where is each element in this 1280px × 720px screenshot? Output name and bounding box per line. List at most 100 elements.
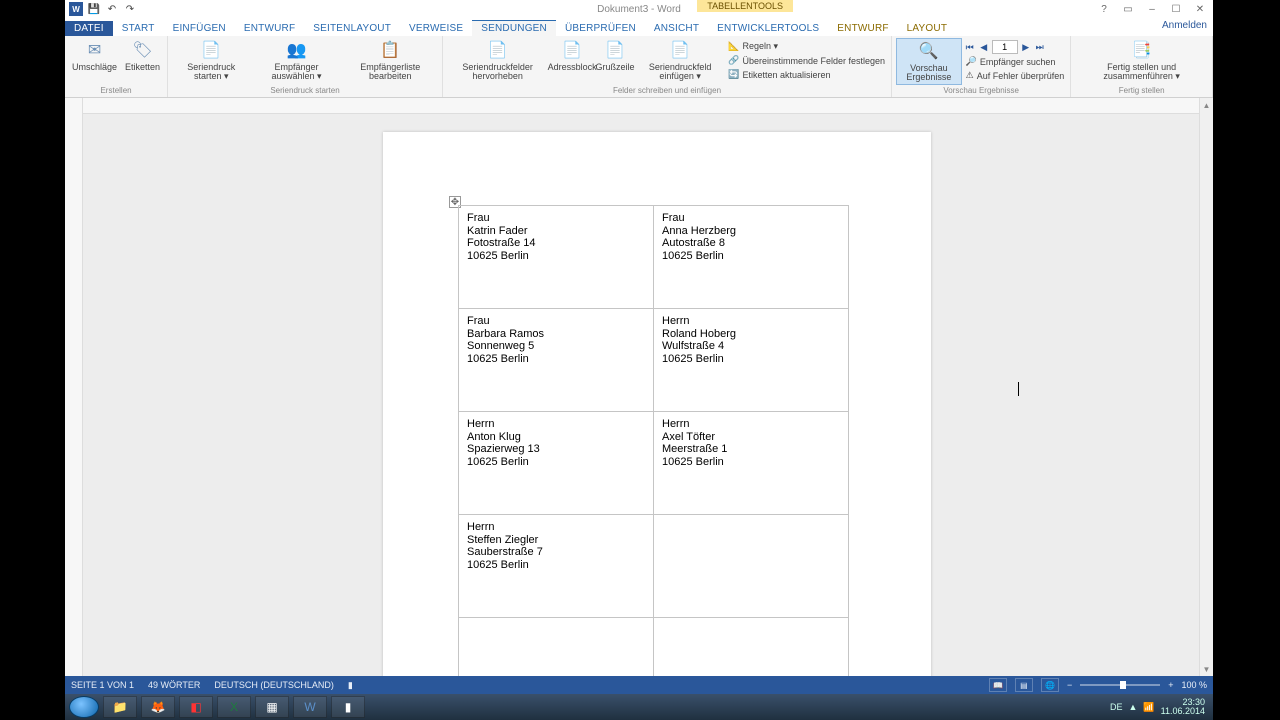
seriendruckfeld-einfuegen-button[interactable]: 📄Seriendruckfeld einfügen ▾ [636, 38, 724, 83]
sign-in-link[interactable]: Anmelden [1162, 20, 1207, 31]
window-title: Dokument3 - Word [597, 4, 681, 15]
system-tray[interactable]: DE ▲ 📶 23:30 11.06.2014 [1110, 698, 1209, 716]
label-cell[interactable] [654, 618, 849, 677]
tray-network-icon[interactable]: 📶 [1143, 703, 1154, 712]
record-number-input[interactable]: 1 [992, 40, 1018, 54]
etiketten-button[interactable]: 🏷Etiketten [122, 38, 163, 73]
contextual-tab-header: TABELLENTOOLS [697, 0, 793, 12]
explorer-taskbar-button[interactable]: 📁 [103, 696, 137, 718]
quick-access-toolbar: W 💾 ↶ ↷ [65, 2, 137, 16]
label-cell[interactable]: HerrnRoland HobergWulfstraße 410625 Berl… [654, 309, 849, 412]
editlist-icon: 📋 [377, 39, 403, 63]
umschlaege-button[interactable]: ✉Umschläge [69, 38, 120, 73]
save-icon[interactable]: 💾 [87, 2, 101, 16]
tab-datei[interactable]: DATEI [65, 21, 113, 36]
tab-ueberpruefen[interactable]: ÜBERPRÜFEN [556, 21, 645, 36]
tray-date[interactable]: 11.06.2014 [1161, 707, 1205, 716]
felder-festlegen-button[interactable]: 🔗Übereinstimmende Felder festlegen [726, 54, 887, 67]
vorschau-ergebnisse-button[interactable]: 🔍Vorschau Ergebnisse [896, 38, 962, 85]
close-button[interactable]: ✕ [1189, 2, 1211, 16]
first-record-button[interactable]: ⏮ [964, 41, 976, 53]
scroll-up-icon[interactable]: ▲ [1200, 98, 1213, 112]
app-taskbar-button[interactable]: ▦ [255, 696, 289, 718]
vertical-ruler[interactable] [65, 98, 83, 676]
view-read-button[interactable]: 📖 [989, 678, 1007, 692]
window-controls: ? ▭ – ☐ ✕ [1093, 2, 1211, 16]
zoom-level[interactable]: 100 % [1181, 680, 1207, 690]
tab-entwurf[interactable]: ENTWURF [235, 21, 304, 36]
zoom-slider[interactable] [1080, 684, 1160, 686]
label-cell[interactable]: FrauAnna HerzbergAutostraße 810625 Berli… [654, 206, 849, 309]
label-cell[interactable]: FrauBarbara RamosSonnenweg 510625 Berlin [459, 309, 654, 412]
fertig-stellen-button[interactable]: 📑Fertig stellen und zusammenführen ▾ [1075, 38, 1208, 83]
word-logo-icon: W [69, 2, 83, 16]
label-cell[interactable]: FrauKatrin FaderFotostraße 1410625 Berli… [459, 206, 654, 309]
label-table: FrauKatrin FaderFotostraße 1410625 Berli… [458, 205, 849, 676]
table-row: FrauBarbara RamosSonnenweg 510625 Berlin… [459, 309, 849, 412]
text-cursor [1018, 382, 1019, 396]
view-print-button[interactable]: ▤ [1015, 678, 1033, 692]
prev-record-button[interactable]: ◀ [978, 41, 990, 53]
help-button[interactable]: ? [1093, 2, 1115, 16]
insertfield-icon: 📄 [667, 39, 693, 63]
tray-flag-icon[interactable]: ▲ [1128, 703, 1137, 712]
page-indicator[interactable]: SEITE 1 VON 1 [71, 680, 134, 690]
regeln-button[interactable]: 📐Regeln ▾ [726, 40, 887, 53]
addressblock-icon: 📄 [559, 39, 585, 63]
antivirus-taskbar-button[interactable]: ◧ [179, 696, 213, 718]
felder-hervorheben-button[interactable]: 📄Seriendruckfelder hervorheben [447, 38, 548, 83]
app2-taskbar-button[interactable]: ▮ [331, 696, 365, 718]
zoom-in-button[interactable]: + [1168, 680, 1173, 690]
label-cell[interactable]: HerrnAnton KlugSpazierweg 1310625 Berlin [459, 412, 654, 515]
ribbon-toggle-button[interactable]: ▭ [1117, 2, 1139, 16]
record-navigator: ⏮ ◀ 1 ▶ ⏭ [964, 40, 1067, 54]
tab-einfuegen[interactable]: EINFÜGEN [164, 21, 235, 36]
tab-sendungen[interactable]: SENDUNGEN [472, 20, 556, 36]
redo-icon[interactable]: ↷ [123, 2, 137, 16]
minimize-button[interactable]: – [1141, 2, 1163, 16]
grusszeile-button[interactable]: 📄Grußzeile [596, 38, 634, 83]
tab-ansicht[interactable]: ANSICHT [645, 21, 708, 36]
tab-tabletools-layout[interactable]: LAYOUT [898, 21, 956, 36]
tab-seitenlayout[interactable]: SEITENLAYOUT [304, 21, 400, 36]
mailmerge-icon: 📄 [198, 39, 224, 63]
macro-icon[interactable]: ▮ [348, 680, 353, 691]
fehler-pruefen-button[interactable]: ⚠Auf Fehler überprüfen [964, 69, 1067, 82]
tray-lang[interactable]: DE [1110, 703, 1123, 712]
undo-icon[interactable]: ↶ [105, 2, 119, 16]
tab-verweise[interactable]: VERWEISE [400, 21, 472, 36]
label-cell[interactable]: HerrnAxel TöfterMeerstraße 110625 Berlin [654, 412, 849, 515]
empfaenger-suchen-button[interactable]: 🔎Empfänger suchen [964, 55, 1067, 68]
word-count[interactable]: 49 WÖRTER [148, 680, 200, 690]
windows-taskbar: 📁 🦊 ◧ X ▦ W ▮ DE ▲ 📶 23:30 11.06.2014 [65, 694, 1213, 720]
empfaengerliste-bearbeiten-button[interactable]: 📋Empfängerliste bearbeiten [343, 38, 438, 83]
empfaenger-auswaehlen-button[interactable]: 👥Empfänger auswählen ▾ [252, 38, 340, 83]
group-label: Felder schreiben und einfügen [447, 85, 887, 97]
label-cell[interactable] [459, 618, 654, 677]
zoom-out-button[interactable]: − [1067, 680, 1072, 690]
language-indicator[interactable]: DEUTSCH (DEUTSCHLAND) [214, 680, 334, 690]
status-bar: SEITE 1 VON 1 49 WÖRTER DEUTSCH (DEUTSCH… [65, 676, 1213, 694]
tab-start[interactable]: START [113, 21, 164, 36]
label-cell[interactable]: HerrnSteffen ZieglerSauberstraße 710625 … [459, 515, 654, 618]
view-web-button[interactable]: 🌐 [1041, 678, 1059, 692]
etiketten-aktualisieren-button[interactable]: 🔄Etiketten aktualisieren [726, 68, 887, 81]
last-record-button[interactable]: ⏭ [1034, 41, 1046, 53]
tab-tabletools-entwurf[interactable]: ENTWURF [828, 21, 897, 36]
start-button[interactable] [69, 696, 99, 718]
word-taskbar-button[interactable]: W [293, 696, 327, 718]
excel-taskbar-button[interactable]: X [217, 696, 251, 718]
adressblock-button[interactable]: 📄Adressblock [550, 38, 594, 83]
firefox-taskbar-button[interactable]: 🦊 [141, 696, 175, 718]
horizontal-ruler[interactable] [83, 98, 1199, 114]
label-cell[interactable] [654, 515, 849, 618]
tab-entwicklertools[interactable]: ENTWICKLERTOOLS [708, 21, 828, 36]
table-row [459, 618, 849, 677]
seriendruck-starten-button[interactable]: 📄Seriendruck starten ▾ [172, 38, 250, 83]
scroll-down-icon[interactable]: ▼ [1200, 662, 1213, 676]
group-seriendruck-starten: 📄Seriendruck starten ▾ 👥Empfänger auswäh… [168, 36, 443, 97]
maximize-button[interactable]: ☐ [1165, 2, 1187, 16]
document-canvas[interactable]: ✥ FrauKatrin FaderFotostraße 1410625 Ber… [83, 114, 1199, 676]
next-record-button[interactable]: ▶ [1020, 41, 1032, 53]
vertical-scrollbar[interactable]: ▲ ▼ [1199, 98, 1213, 676]
